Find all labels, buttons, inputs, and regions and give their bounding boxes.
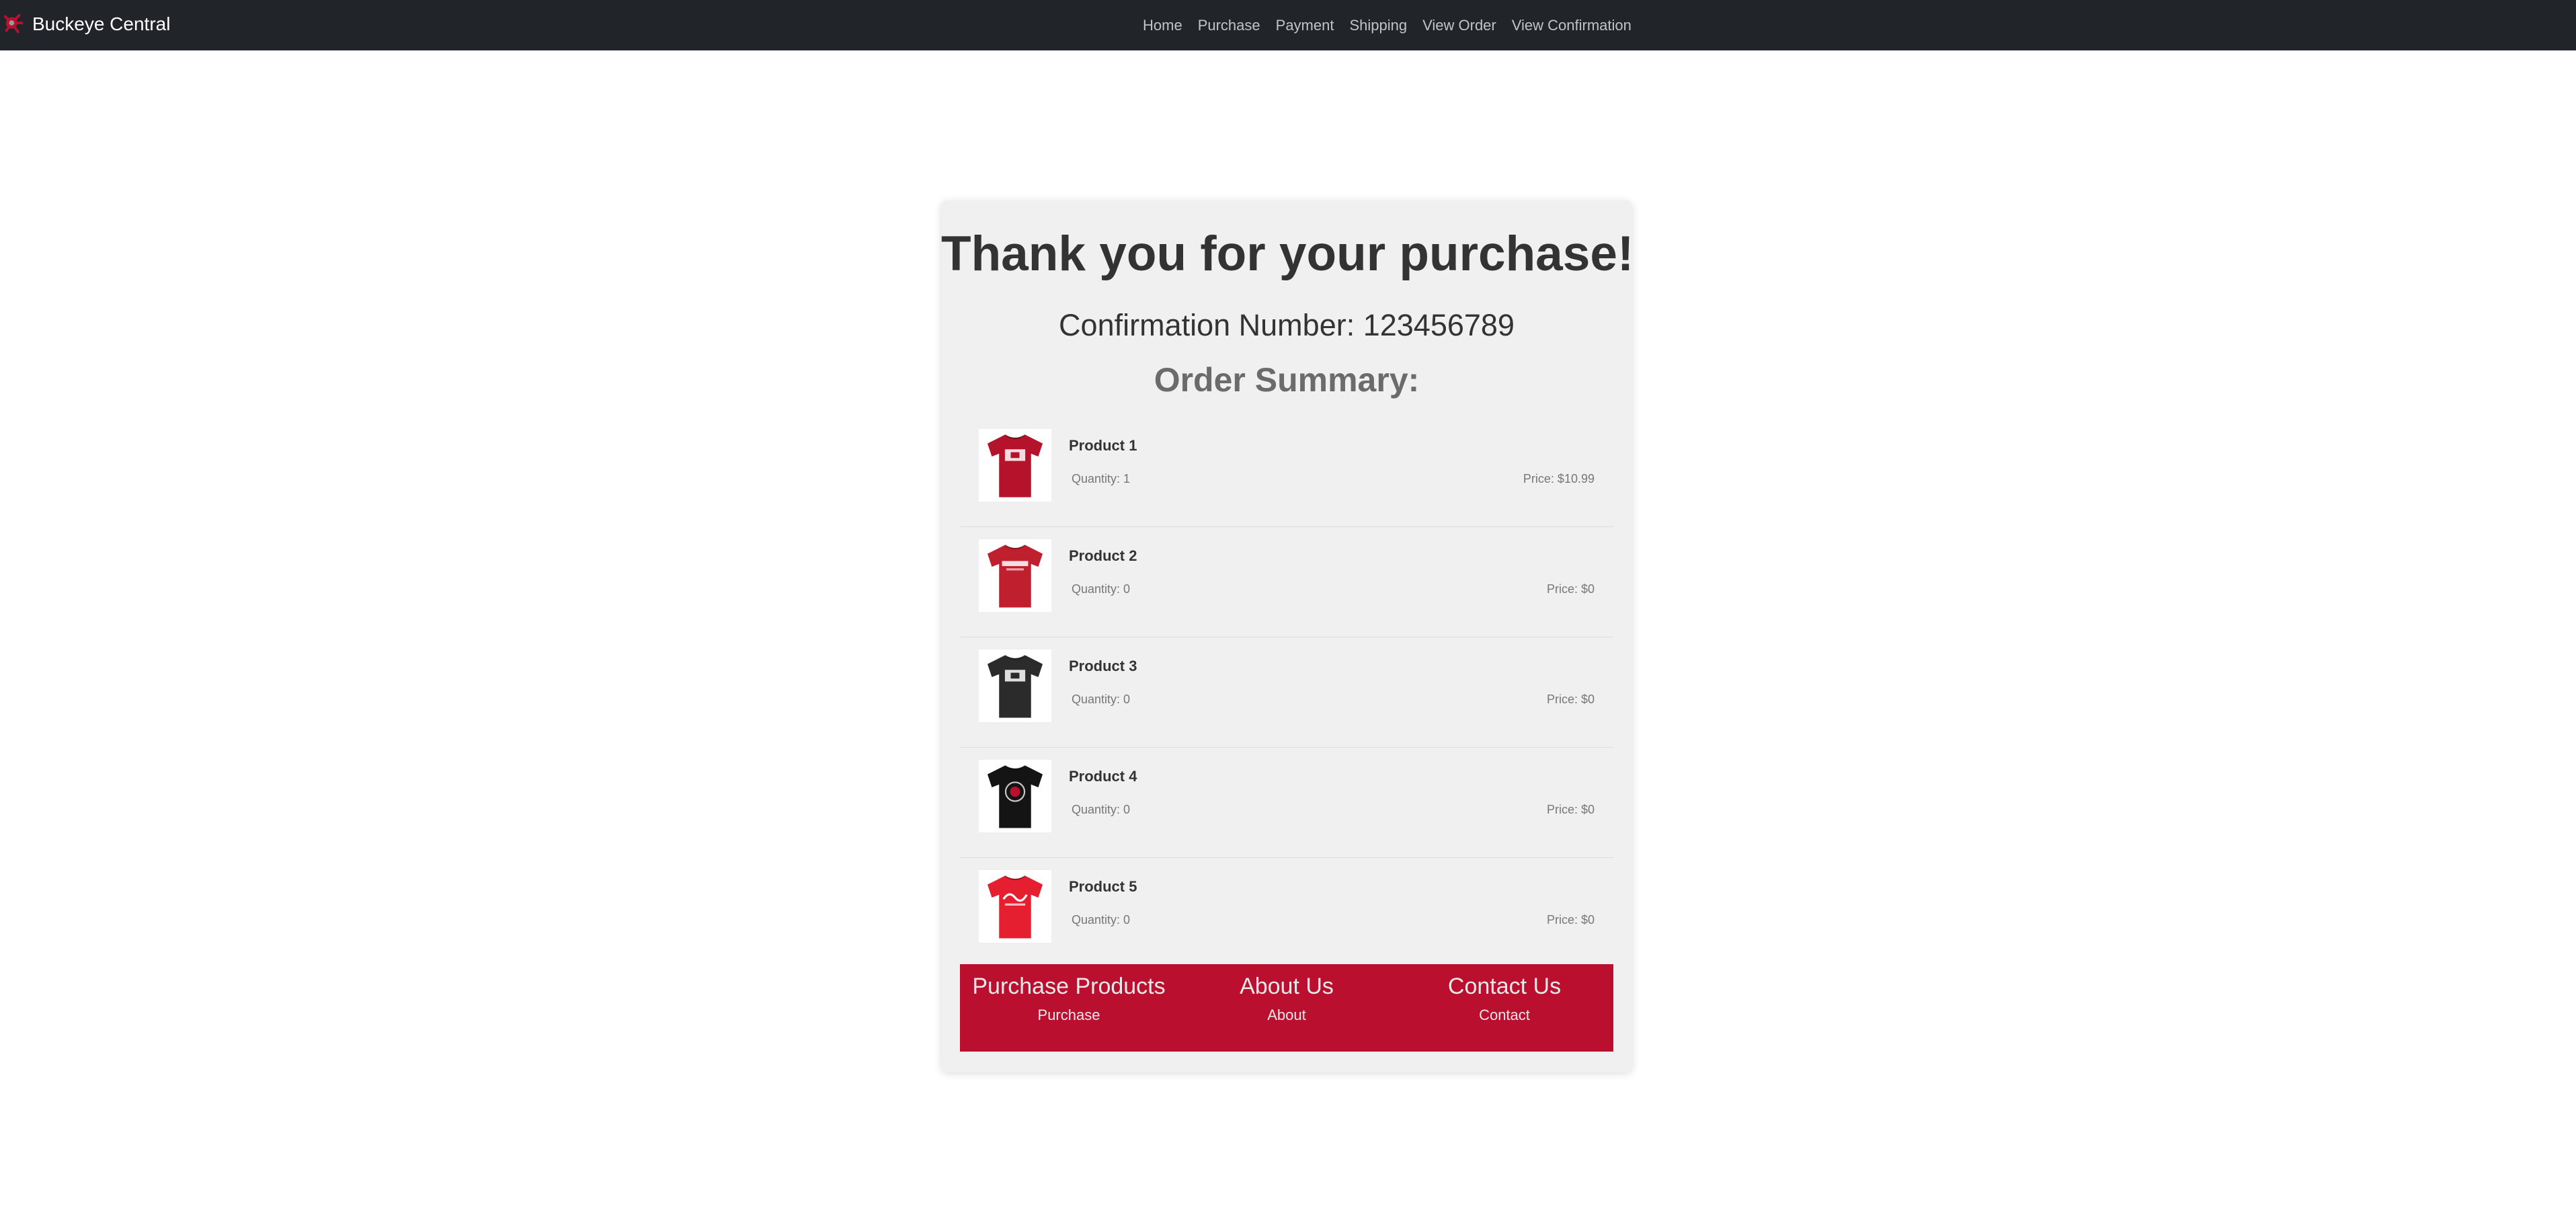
product-quantity: Quantity: 1 [1072,472,1131,485]
product-price: Price: $0 [1546,803,1595,816]
product-price: Price: $10.99 [1523,472,1595,485]
order-item: Product 5 Quantity: 0 Price: $0 [960,858,1613,968]
product-image [979,429,1051,502]
product-quantity: Quantity: 0 [1072,913,1131,927]
product-name: Product 5 [1069,878,1137,895]
footer-column-contact: Contact Us Contact [1396,964,1613,1024]
confirmation-card: Thank you for your purchase! Confirmatio… [941,200,1634,1072]
order-item: Product 1 Quantity: 1 Price: $10.99 [960,417,1613,527]
order-item: Product 4 Quantity: 0 Price: $0 [960,748,1613,858]
product-name: Product 3 [1069,658,1137,674]
footer-column-about: About Us About [1178,964,1396,1024]
product-image [979,650,1051,722]
product-quantity: Quantity: 0 [1072,582,1131,596]
product-quantity: Quantity: 0 [1072,693,1131,706]
product-quantity: Quantity: 0 [1072,803,1131,816]
nav-link-view-confirmation[interactable]: View Confirmation [1512,17,1632,34]
product-price: Price: $0 [1546,913,1595,927]
nav-link-home[interactable]: Home [1143,17,1182,34]
footer-heading: About Us [1240,974,1334,999]
confirmation-number: Confirmation Number: 123456789 [1059,308,1515,342]
buckeye-leaf-icon [3,13,24,34]
t-shirt-icon [987,764,1043,828]
product-name: Product 1 [1069,437,1137,454]
product-price: Price: $0 [1546,582,1595,596]
order-item: Product 3 Quantity: 0 Price: $0 [960,637,1613,748]
footer-link-about[interactable]: About [1267,1007,1306,1024]
footer-column-purchase: Purchase Products Purchase [960,964,1178,1024]
footer-heading: Purchase Products [972,974,1166,999]
product-name: Product 2 [1069,547,1137,564]
t-shirt-icon [987,654,1043,718]
page-title: Thank you for your purchase! [941,227,1634,281]
order-item: Product 2 Quantity: 0 Price: $0 [960,527,1613,637]
product-image [979,539,1051,612]
footer-link-purchase[interactable]: Purchase [1038,1007,1100,1024]
t-shirt-icon [987,434,1043,498]
t-shirt-icon [987,875,1043,939]
order-items-list: Product 1 Quantity: 1 Price: $10.99 Prod… [960,417,1613,968]
t-shirt-icon [987,544,1043,608]
brand-name: Buckeye Central [32,13,171,34]
nav-link-payment[interactable]: Payment [1276,17,1334,34]
nav-link-purchase[interactable]: Purchase [1198,17,1260,34]
product-name: Product 4 [1069,768,1137,785]
order-summary-heading: Order Summary: [1154,361,1420,399]
footer-heading: Contact Us [1447,974,1562,999]
product-price: Price: $0 [1546,693,1595,706]
product-image [979,760,1051,832]
footer: Purchase Products Purchase About Us Abou… [960,964,1613,1052]
navbar: Buckeye Central Home Purchase Payment Sh… [0,0,2576,50]
footer-link-contact[interactable]: Contact [1479,1007,1530,1024]
nav-link-shipping[interactable]: Shipping [1349,17,1407,34]
product-image [979,870,1051,943]
brand[interactable]: Buckeye Central [3,8,170,40]
nav-links: Home Purchase Payment Shipping View Orde… [1143,0,1647,50]
nav-link-view-order[interactable]: View Order [1422,17,1496,34]
